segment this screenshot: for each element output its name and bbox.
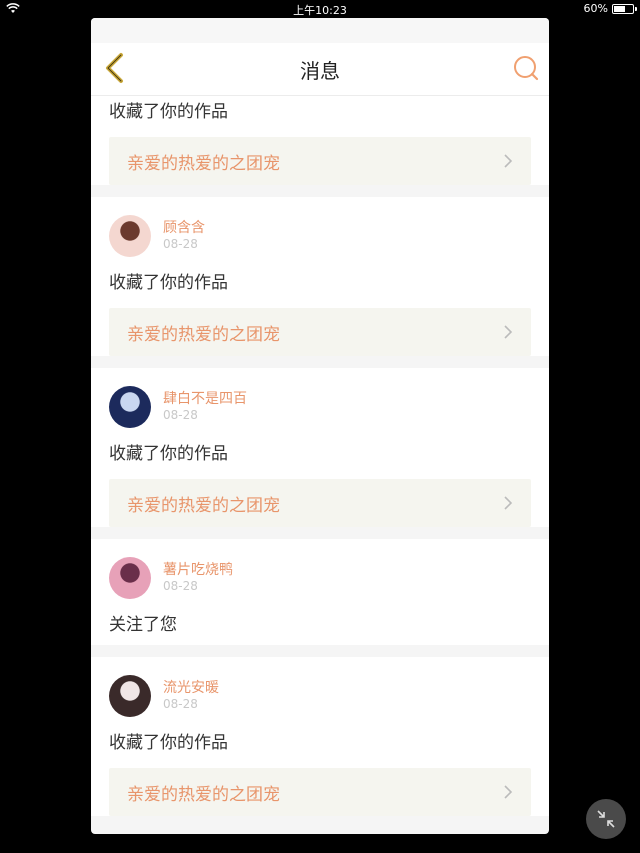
notification-action: 收藏了你的作品 [109, 733, 228, 753]
work-title: 亲爱的热爱的之团宠 [127, 153, 280, 174]
work-title: 亲爱的热爱的之团宠 [127, 784, 280, 805]
status-bar: 上午10:23 60% [0, 0, 640, 18]
timestamp: 08-28 [163, 579, 198, 593]
notification-item: 薯片吃烧鸭 08-28 关注了您 [91, 539, 549, 645]
notification-header: 肆白不是四百 08-28 [109, 368, 531, 432]
work-link[interactable]: 亲爱的热爱的之团宠 [109, 308, 531, 356]
notification-item: 肆白不是四百 08-28 收藏了你的作品 亲爱的热爱的之团宠 [91, 368, 549, 527]
username[interactable]: 肆白不是四百 [163, 391, 247, 408]
page-title: 消息 [300, 59, 340, 83]
notification-item: 收藏了你的作品 亲爱的热爱的之团宠 [91, 96, 549, 185]
collapse-button[interactable] [586, 799, 626, 839]
username[interactable]: 薯片吃烧鸭 [163, 562, 233, 579]
timestamp: 08-28 [163, 697, 198, 711]
work-link[interactable]: 亲爱的热爱的之团宠 [109, 768, 531, 816]
notification-header: 顾含含 08-28 [109, 197, 531, 261]
top-spacer [91, 18, 549, 43]
status-time: 上午10:23 [293, 4, 347, 17]
battery-icon [612, 3, 637, 14]
username[interactable]: 顾含含 [163, 220, 205, 237]
chevron-right-icon [504, 154, 513, 168]
avatar[interactable] [109, 557, 151, 599]
chevron-right-icon [504, 496, 513, 510]
search-icon[interactable] [513, 55, 539, 81]
notification-header: 薯片吃烧鸭 08-28 [109, 539, 531, 603]
avatar[interactable] [109, 386, 151, 428]
timestamp: 08-28 [163, 237, 198, 251]
notification-action: 收藏了你的作品 [109, 444, 228, 464]
work-title: 亲爱的热爱的之团宠 [127, 495, 280, 516]
battery-percent: 60% [583, 2, 608, 15]
nav-bar: 消息 [91, 43, 549, 96]
collapse-arrows-icon [597, 810, 615, 828]
app-window: 消息 收藏了你的作品 亲爱的热爱的之团宠 顾含含 08-28 收藏了你的作品 亲… [91, 18, 549, 834]
notification-item: 流光安暖 08-28 收藏了你的作品 亲爱的热爱的之团宠 [91, 657, 549, 816]
battery-status: 60% [583, 2, 637, 15]
notification-header: 流光安暖 08-28 [109, 657, 531, 721]
avatar[interactable] [109, 215, 151, 257]
notification-list[interactable]: 收藏了你的作品 亲爱的热爱的之团宠 顾含含 08-28 收藏了你的作品 亲爱的热… [91, 96, 549, 834]
username[interactable]: 流光安暖 [163, 680, 219, 697]
work-title: 亲爱的热爱的之团宠 [127, 324, 280, 345]
work-link[interactable]: 亲爱的热爱的之团宠 [109, 479, 531, 527]
notification-action: 收藏了你的作品 [109, 273, 228, 293]
notification-action: 关注了您 [109, 615, 177, 635]
chevron-right-icon [504, 325, 513, 339]
avatar[interactable] [109, 675, 151, 717]
notification-action: 收藏了你的作品 [109, 102, 228, 122]
timestamp: 08-28 [163, 408, 198, 422]
chevron-right-icon [504, 785, 513, 799]
work-link[interactable]: 亲爱的热爱的之团宠 [109, 137, 531, 185]
notification-item: 顾含含 08-28 收藏了你的作品 亲爱的热爱的之团宠 [91, 197, 549, 356]
